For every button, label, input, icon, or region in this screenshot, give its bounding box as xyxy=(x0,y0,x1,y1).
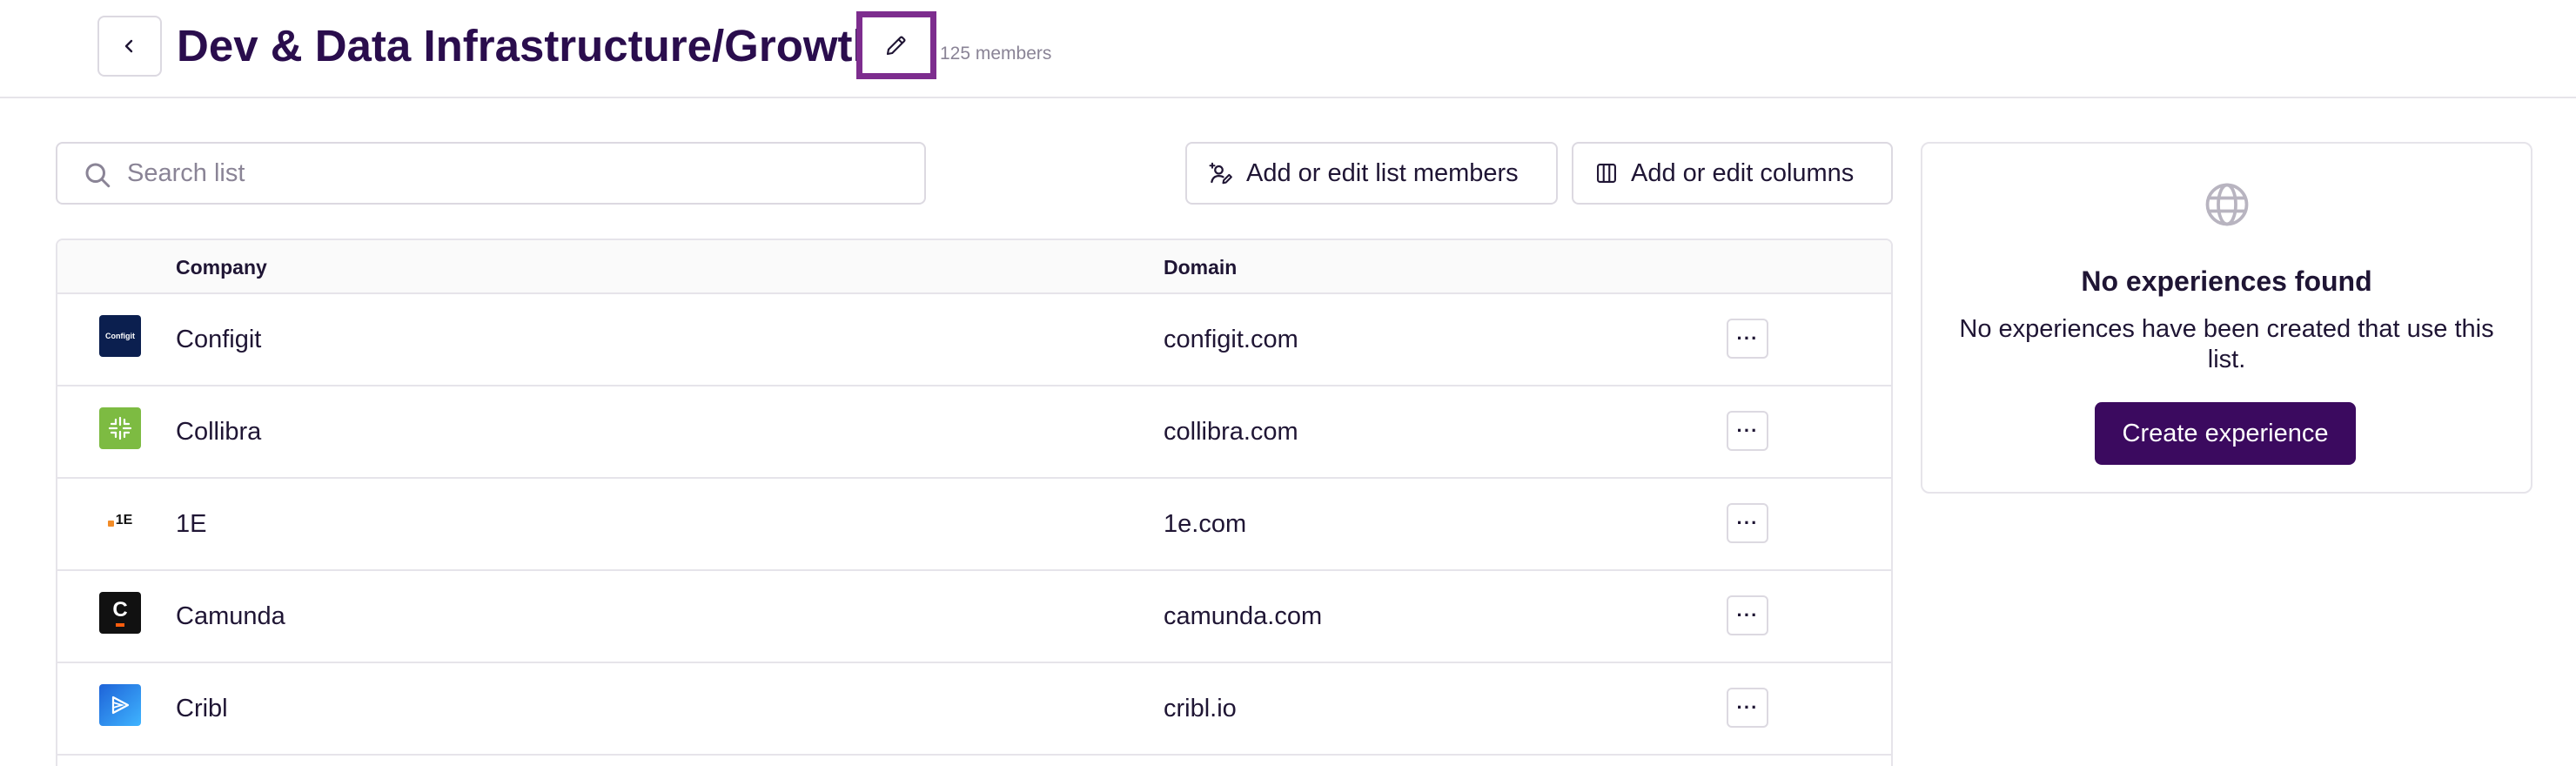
company-name: Configit xyxy=(176,326,262,353)
empty-state-title: No experiences found xyxy=(2081,265,2372,297)
camunda-logo-text: C xyxy=(112,598,128,622)
table-row[interactable]: C Camunda camunda.com ··· xyxy=(57,571,1891,663)
edit-title-button[interactable] xyxy=(856,11,936,79)
experiences-panel: No experiences found No experiences have… xyxy=(1921,142,2532,494)
company-logo: C xyxy=(99,592,141,634)
add-edit-columns-label: Add or edit columns xyxy=(1631,158,1855,187)
company-name: Cribl xyxy=(176,695,228,722)
members-count: 125 members xyxy=(940,44,1052,64)
company-logo: Configit xyxy=(99,315,141,357)
table-row[interactable]: Collibra collibra.com ··· xyxy=(57,386,1891,479)
add-edit-columns-button[interactable]: Add or edit columns xyxy=(1572,142,1893,205)
company-domain: configit.com xyxy=(1164,326,1298,353)
camunda-logo-mark xyxy=(116,623,124,627)
columns-icon xyxy=(1597,164,1616,183)
1e-logo-mark xyxy=(107,520,114,527)
company-logo: 1E xyxy=(99,500,141,541)
column-header-company[interactable]: Company xyxy=(176,240,267,294)
pencil-icon xyxy=(886,36,906,56)
company-domain: collibra.com xyxy=(1164,418,1298,446)
back-button[interactable] xyxy=(97,16,162,77)
table-header: Company Domain xyxy=(57,240,1891,294)
create-experience-button[interactable]: Create experience xyxy=(2095,402,2356,465)
row-more-button[interactable]: ··· xyxy=(1727,411,1768,451)
search-field[interactable] xyxy=(56,142,926,205)
company-name: Camunda xyxy=(176,602,285,630)
globe-icon xyxy=(2205,183,2249,226)
page-header: Dev & Data Infrastructure/Growth 125 mem… xyxy=(0,0,2576,98)
search-input[interactable] xyxy=(127,144,910,203)
company-domain: 1e.com xyxy=(1164,510,1247,538)
column-header-domain[interactable]: Domain xyxy=(1164,240,1237,294)
configit-logo-text: Configit xyxy=(105,332,135,340)
company-name: 1E xyxy=(176,510,207,538)
row-more-button[interactable]: ··· xyxy=(1727,319,1768,359)
user-edit-icon xyxy=(1209,162,1232,185)
company-name: Collibra xyxy=(176,418,262,446)
table-row[interactable]: Cribl cribl.io ··· xyxy=(57,663,1891,756)
cribl-logo-icon xyxy=(111,695,130,715)
table-row[interactable]: 1E 1E 1e.com ··· xyxy=(57,479,1891,571)
company-domain: camunda.com xyxy=(1164,602,1323,630)
members-table: Company Domain Configit Configit configi… xyxy=(56,239,1893,766)
chevron-left-icon xyxy=(124,39,133,53)
page-title: Dev & Data Infrastructure/Growth xyxy=(177,21,880,71)
table-row[interactable]: Configit Configit configit.com ··· xyxy=(57,294,1891,386)
company-domain: cribl.io xyxy=(1164,695,1237,722)
collibra-logo-icon xyxy=(108,416,132,440)
row-more-button[interactable]: ··· xyxy=(1727,595,1768,635)
add-edit-members-button[interactable]: Add or edit list members xyxy=(1185,142,1558,205)
company-logo xyxy=(99,407,141,449)
add-edit-members-label: Add or edit list members xyxy=(1246,158,1519,187)
empty-state-description: No experiences have been created that us… xyxy=(1959,315,2494,373)
row-more-button[interactable]: ··· xyxy=(1727,688,1768,728)
search-icon xyxy=(85,163,111,188)
row-more-button[interactable]: ··· xyxy=(1727,503,1768,543)
1e-logo-text: 1E xyxy=(115,513,133,527)
company-logo xyxy=(99,684,141,726)
